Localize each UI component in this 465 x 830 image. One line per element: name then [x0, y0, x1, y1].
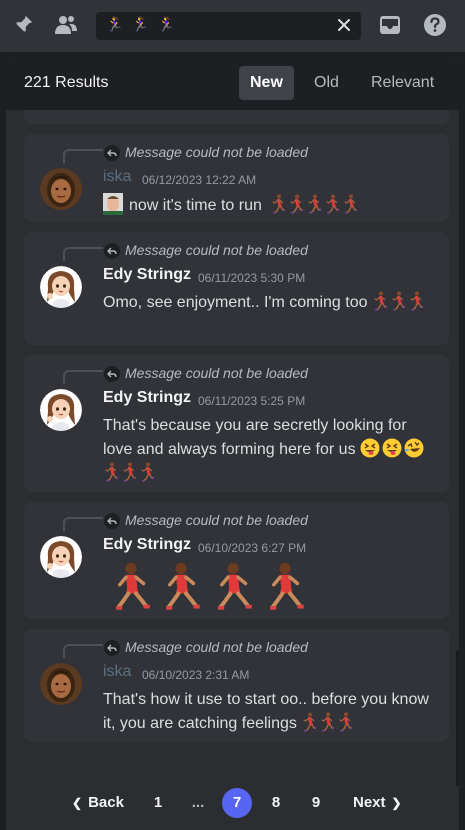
reply-icon — [104, 243, 120, 259]
next-button[interactable]: Next ❯ — [353, 788, 408, 818]
message-text: That's how it use to start oo.. before y… — [103, 691, 429, 732]
search-results-panel: 221 Results New Old Relevant Message cou… — [6, 58, 459, 830]
page-button[interactable]: 1 — [152, 788, 164, 818]
pin-icon[interactable] — [10, 12, 36, 38]
search-result[interactable]: Message could not be loaded Edy Stringz … — [24, 502, 449, 619]
message-content: Omo, see enjoyment.. I'm coming too — [103, 291, 433, 315]
running-woman-icon — [270, 194, 285, 214]
running-woman-icon — [139, 462, 154, 482]
running-woman-icon — [161, 561, 201, 611]
avatar[interactable] — [40, 663, 82, 705]
author-name[interactable]: iska — [103, 663, 131, 681]
message-text: Omo, see enjoyment.. I'm coming too — [103, 294, 368, 311]
page-ellipsis: ... — [191, 794, 205, 811]
close-icon[interactable] — [335, 16, 353, 34]
reply-icon — [104, 640, 120, 656]
next-label: Next — [353, 794, 386, 811]
avatar[interactable] — [40, 266, 82, 308]
pagination: ❮ Back 1 ... 7 8 9 Next ❯ — [6, 778, 459, 822]
reply-connector — [63, 370, 103, 384]
reply-preview: Message could not be loaded — [125, 512, 308, 528]
runner-emoji-group — [270, 197, 360, 214]
message-content: now it's time to run — [103, 193, 433, 218]
reply-connector — [63, 149, 103, 163]
running-woman-icon — [337, 712, 352, 732]
message-content: That's because you are secretly looking … — [103, 414, 433, 486]
top-toolbar: 🏃‍♀️ 🏃‍♀️ 🏃‍♀️ — [0, 0, 465, 52]
message-content: That's how it use to start oo.. before y… — [103, 688, 433, 736]
search-result-partial[interactable] — [24, 110, 449, 124]
reply-connector — [63, 517, 103, 531]
timestamp: 06/10/2023 2:31 AM — [142, 668, 250, 682]
tab-old[interactable]: Old — [303, 66, 350, 100]
reply-connector — [63, 644, 103, 658]
tab-relevant[interactable]: Relevant — [360, 66, 445, 100]
scrollbar[interactable] — [456, 650, 459, 786]
author-name[interactable]: Edy Stringz — [103, 389, 191, 407]
search-result[interactable]: Message could not be loaded iska 06/10/2… — [24, 629, 449, 742]
timestamp: 06/10/2023 6:27 PM — [198, 541, 307, 555]
running-woman-icon — [408, 291, 423, 311]
tab-new[interactable]: New — [239, 66, 294, 100]
running-woman-icon — [111, 561, 151, 611]
running-woman-icon — [342, 194, 357, 214]
reply-preview: Message could not be loaded — [125, 639, 308, 655]
author-name[interactable]: Edy Stringz — [103, 266, 191, 284]
search-result[interactable]: Message could not be loaded iska 06/12/2… — [24, 134, 449, 222]
reply-preview: Message could not be loaded — [125, 144, 308, 160]
timestamp: 06/11/2023 5:30 PM — [198, 271, 306, 285]
running-woman-icon — [301, 712, 316, 732]
members-icon[interactable] — [53, 12, 79, 38]
page-button[interactable]: 8 — [269, 788, 283, 818]
squinting-tongue-face-icon — [360, 438, 380, 458]
running-woman-icon — [265, 561, 305, 611]
search-input[interactable]: 🏃‍♀️ 🏃‍♀️ 🏃‍♀️ — [96, 12, 361, 40]
results-header: 221 Results New Old Relevant — [6, 58, 459, 110]
avatar[interactable] — [40, 389, 82, 431]
rolling-laughing-face-icon — [404, 438, 424, 458]
results-count: 221 Results — [24, 74, 109, 91]
page-button-current[interactable]: 7 — [222, 788, 252, 818]
search-query: 🏃‍♀️ 🏃‍♀️ 🏃‍♀️ — [106, 17, 178, 33]
back-button[interactable]: ❮ Back — [66, 788, 124, 818]
reply-connector — [63, 247, 103, 261]
squinting-tongue-face-icon — [382, 438, 402, 458]
reply-icon — [104, 145, 120, 161]
page-button[interactable]: 9 — [309, 788, 323, 818]
timestamp: 06/12/2023 12:22 AM — [142, 173, 257, 187]
running-woman-icon — [213, 561, 253, 611]
inbox-icon[interactable] — [377, 12, 403, 38]
running-woman-icon — [306, 194, 321, 214]
running-woman-icon — [390, 291, 405, 311]
search-result[interactable]: Message could not be loaded Edy Stringz … — [24, 355, 449, 492]
running-woman-icon — [103, 462, 118, 482]
search-result[interactable]: Message could not be loaded Edy Stringz … — [24, 232, 449, 345]
author-name[interactable]: Edy Stringz — [103, 536, 191, 554]
back-label: Back — [88, 794, 124, 811]
reply-icon — [104, 366, 120, 382]
author-name[interactable]: iska — [103, 168, 131, 186]
reply-preview: Message could not be loaded — [125, 242, 308, 258]
running-woman-icon — [319, 712, 334, 732]
reply-icon — [104, 513, 120, 529]
running-woman-icon — [288, 194, 303, 214]
message-content — [103, 561, 433, 617]
running-woman-icon — [372, 291, 387, 311]
chevron-right-icon: ❯ — [391, 796, 402, 810]
running-woman-icon — [121, 462, 136, 482]
help-icon[interactable] — [422, 12, 448, 38]
face-emoji-icon — [103, 193, 123, 215]
chevron-left-icon: ❮ — [72, 796, 83, 810]
avatar[interactable] — [40, 536, 82, 578]
message-text: now it's time to run — [129, 197, 262, 214]
running-woman-icon — [324, 194, 339, 214]
avatar[interactable] — [40, 168, 82, 210]
reply-preview: Message could not be loaded — [125, 365, 308, 381]
timestamp: 06/11/2023 5:25 PM — [198, 394, 306, 408]
